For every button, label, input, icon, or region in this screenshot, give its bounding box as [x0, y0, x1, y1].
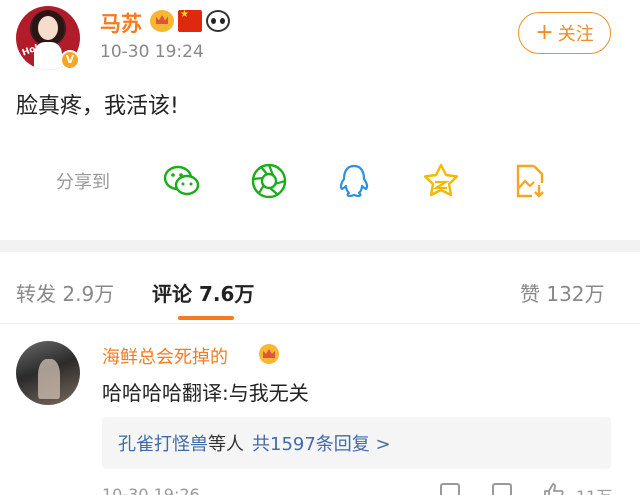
thumbs-up-icon[interactable] [542, 481, 566, 495]
verified-badge-icon: V [60, 50, 80, 70]
replies-preview[interactable]: 孔雀打怪兽 等人 共1597条回复 > [102, 417, 611, 469]
follow-button[interactable]: + 关注 [518, 12, 611, 54]
avatar-face [38, 16, 58, 40]
tab-repost[interactable]: 转发 2.9万 [16, 278, 114, 307]
share-bar: 分享到 [0, 155, 640, 205]
comment-text: 哈哈哈哈翻译:与我无关 [102, 381, 309, 405]
reply-comment-icon[interactable] [492, 483, 512, 495]
post-time: 10-30 19:24 [100, 42, 204, 62]
author-badges [150, 9, 230, 32]
panda-icon [206, 10, 230, 32]
reply-others: 等人 [208, 434, 244, 455]
commenter-avatar[interactable] [16, 341, 80, 405]
qzone-icon[interactable] [421, 161, 461, 201]
moments-icon[interactable] [249, 161, 289, 201]
comment-time: 10-30 19:26 [102, 485, 200, 495]
comment-item: 海鲜总会死掉的 哈哈哈哈翻译:与我无关 孔雀打怪兽 等人 共1597条回复 > … [0, 325, 640, 495]
crown-member-icon[interactable] [258, 343, 280, 365]
commenter-name[interactable]: 海鲜总会死掉的 [102, 343, 228, 369]
qq-icon[interactable] [334, 161, 374, 201]
wechat-icon[interactable] [162, 161, 202, 201]
reply-author-link[interactable]: 孔雀打怪兽 [118, 430, 208, 456]
avatar-figure [38, 359, 60, 399]
reply-count-link[interactable]: 共1597条回复 > [252, 430, 391, 456]
avatar-body [34, 42, 62, 70]
share-comment-icon[interactable] [440, 483, 460, 495]
share-label: 分享到 [56, 172, 110, 193]
china-flag-icon [178, 9, 202, 32]
save-image-icon[interactable] [510, 161, 550, 201]
author-name[interactable]: 马苏 [100, 8, 142, 38]
tab-comments[interactable]: 评论 7.6万 [152, 278, 254, 307]
interaction-tabs: 转发 2.9万 评论 7.6万 赞 132万 [0, 252, 640, 324]
comment-like-count: 11万 [576, 483, 612, 495]
tab-likes[interactable]: 赞 132万 [520, 278, 605, 307]
weibo-post: Hol V 马苏 10-30 19:24 + 关注 脸真疼，我活该! 分享到 [0, 0, 640, 240]
section-divider [0, 240, 640, 252]
follow-label: 关注 [557, 24, 594, 45]
plus-icon: + [535, 20, 554, 45]
post-text: 脸真疼，我活该! [16, 94, 179, 119]
active-tab-indicator [178, 316, 234, 320]
crown-member-icon[interactable] [150, 10, 174, 32]
